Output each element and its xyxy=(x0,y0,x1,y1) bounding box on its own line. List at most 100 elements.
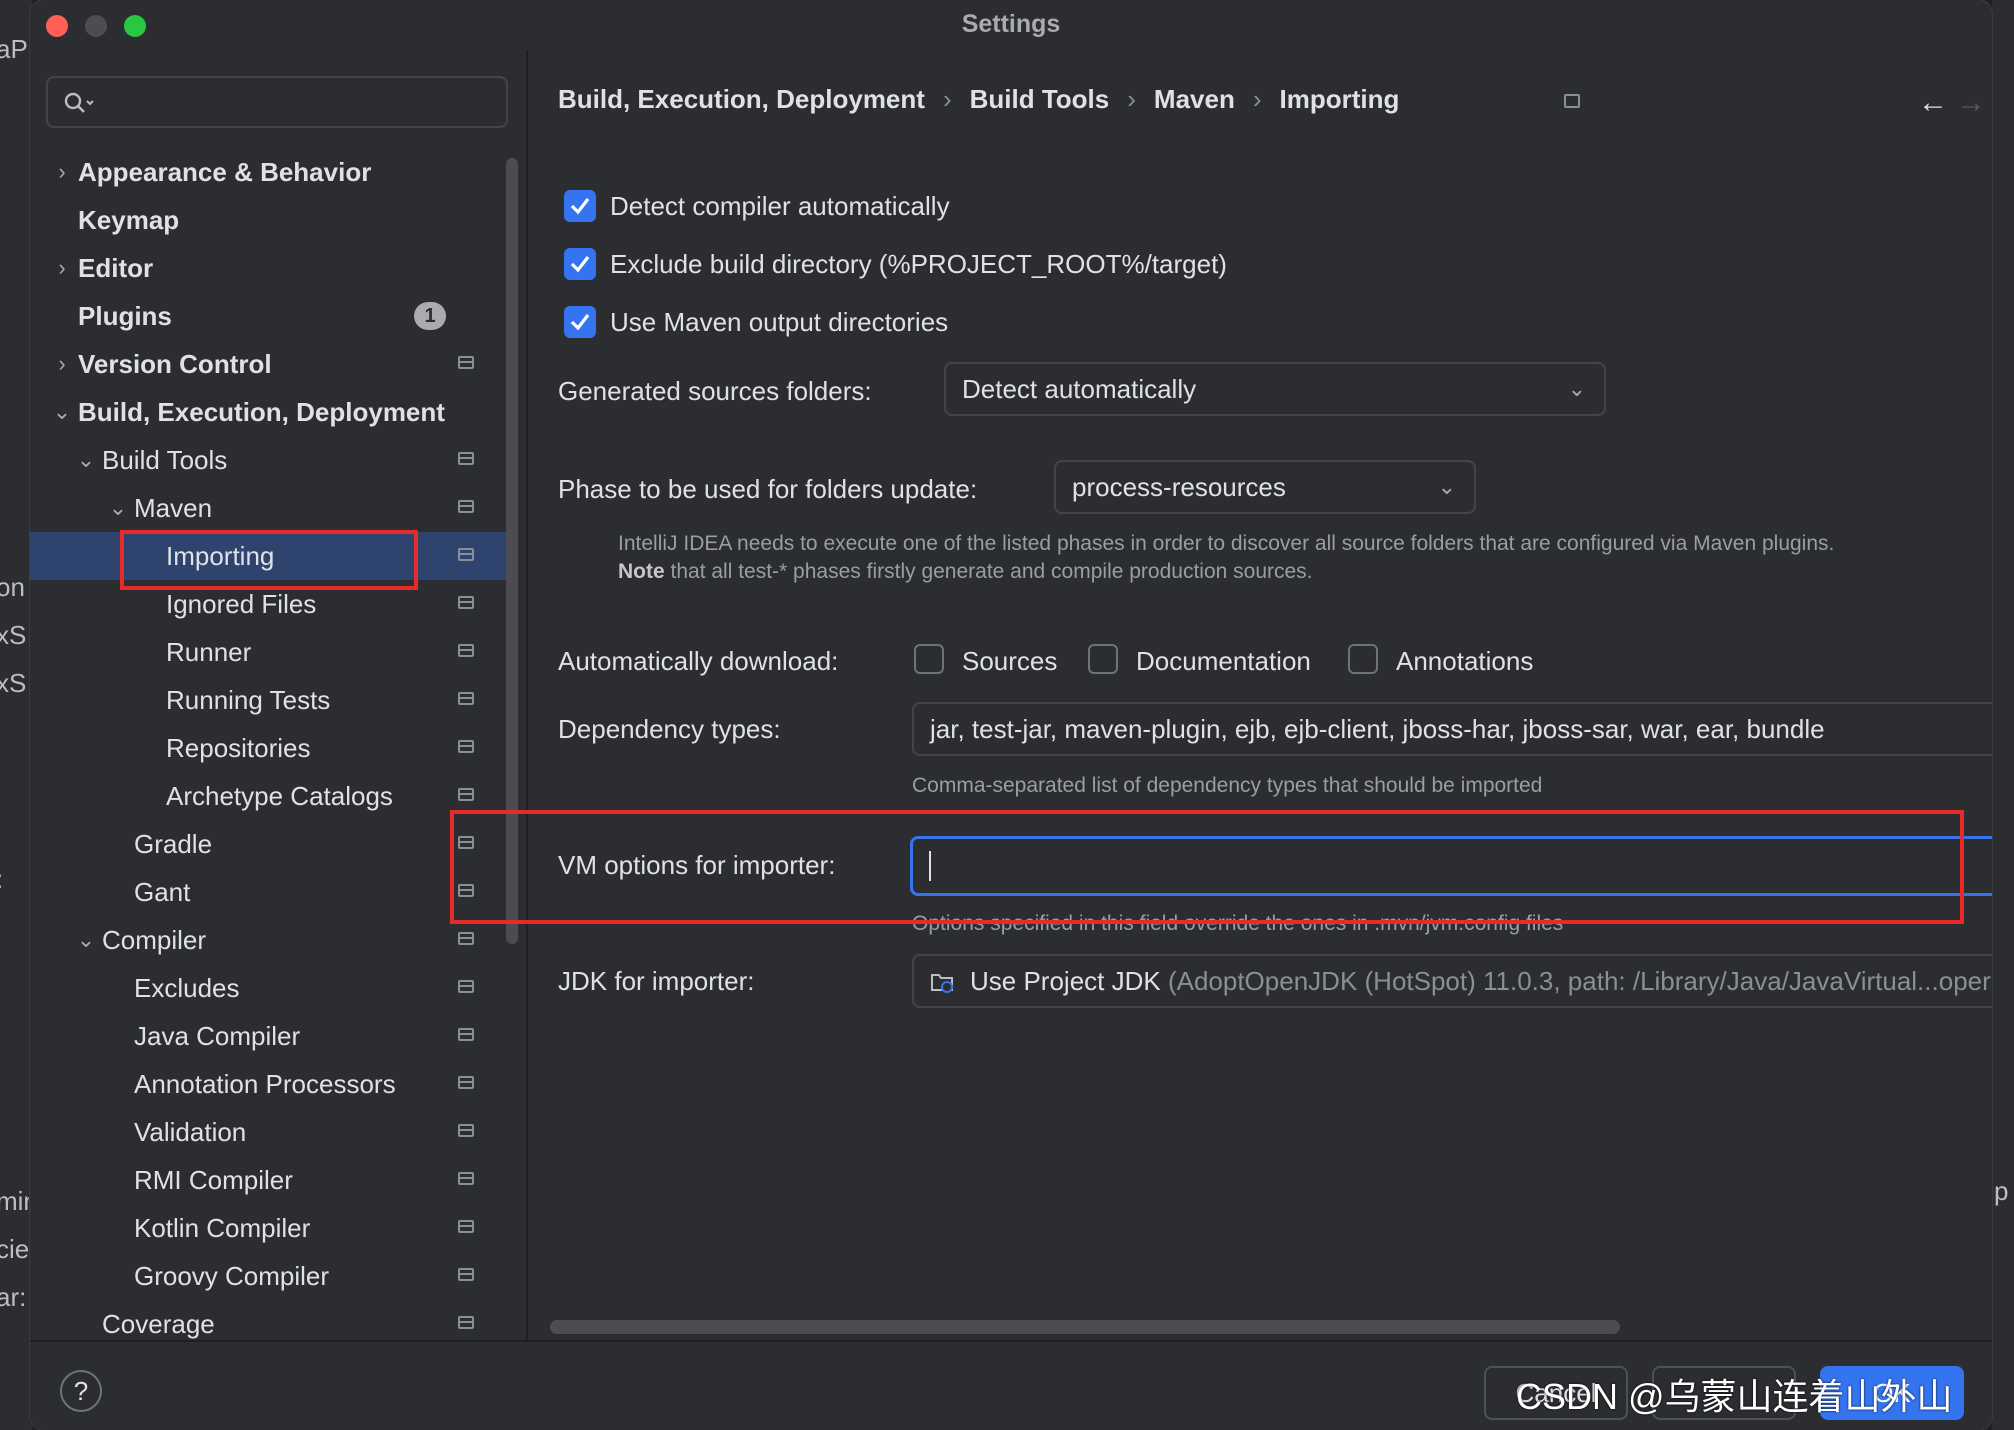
sidebar-item-runner[interactable]: Runner xyxy=(30,628,508,676)
bg-fragment: : xyxy=(0,864,3,895)
sidebar-item-kotlin-compiler[interactable]: Kotlin Compiler xyxy=(30,1204,508,1252)
phase-label: Phase to be used for folders update: xyxy=(558,474,978,504)
sidebar-item-label: Repositories xyxy=(166,733,311,763)
sidebar-item-groovy-compiler[interactable]: Groovy Compiler xyxy=(30,1252,508,1300)
documentation-checkbox[interactable] xyxy=(1088,644,1118,674)
chevron-right-icon[interactable]: › xyxy=(50,244,74,292)
generated-sources-label: Generated sources folders: xyxy=(558,376,872,406)
exclude-build-dir-checkbox[interactable]: Exclude build directory (%PROJECT_ROOT%/… xyxy=(564,244,1464,284)
dependency-types-field[interactable]: jar, test-jar, maven-plugin, ejb, ejb-cl… xyxy=(912,702,1992,756)
search-icon xyxy=(64,92,94,113)
sidebar-item-label: Java Compiler xyxy=(134,1021,301,1051)
sidebar-item-gant[interactable]: Gant xyxy=(30,868,508,916)
project-level-icon xyxy=(458,548,474,561)
sidebar-item-version-control[interactable]: › Version Control xyxy=(30,340,508,388)
sidebar-item-java-compiler[interactable]: Java Compiler xyxy=(30,1012,508,1060)
phase-hint: IntelliJ IDEA needs to execute one of th… xyxy=(618,532,1835,555)
sidebar-item-plugins[interactable]: Plugins 1 xyxy=(30,292,508,340)
phase-hint-note: Note that all test-* phases firstly gene… xyxy=(618,560,1313,584)
forward-arrow-icon[interactable]: → xyxy=(1956,86,1986,120)
sidebar-item-label: Validation xyxy=(134,1117,247,1147)
title-bar: Settings xyxy=(30,0,1992,50)
sidebar-item-annotation-processors[interactable]: Annotation Processors xyxy=(30,1060,508,1108)
sidebar-item-label: Kotlin Compiler xyxy=(134,1213,311,1243)
breadcrumb: Build, Execution, Deployment › Build Tools… xyxy=(558,84,1399,115)
sidebar-item-validation[interactable]: Validation xyxy=(30,1108,508,1156)
checkbox-checked-icon[interactable] xyxy=(564,248,596,280)
chevron-right-icon[interactable]: › xyxy=(50,148,74,196)
sidebar-item-label: Runner xyxy=(166,637,252,667)
annotations-label[interactable]: Annotations xyxy=(1396,646,1533,677)
project-level-icon xyxy=(458,932,474,945)
background-app-left: aPr on xS xS : min cie ar: xyxy=(0,0,38,1430)
sidebar-item-build-execution-deployment[interactable]: ⌄ Build, Execution, Deployment xyxy=(30,388,508,436)
project-level-icon xyxy=(458,788,474,801)
sidebar-item-archetype-catalogs[interactable]: Archetype Catalogs xyxy=(30,772,508,820)
sidebar-item-label: Excludes xyxy=(134,973,240,1003)
jdk-value: Use Project JDK xyxy=(970,966,1161,996)
checkbox-checked-icon[interactable] xyxy=(564,306,596,338)
phase-dropdown[interactable]: process-resources ⌄ xyxy=(1054,460,1476,514)
chevron-right-icon[interactable]: › xyxy=(50,340,74,388)
sidebar-item-label: Editor xyxy=(78,253,154,283)
project-level-icon xyxy=(458,644,474,657)
project-level-icon xyxy=(458,692,474,705)
breadcrumb-item[interactable]: Maven xyxy=(1154,84,1235,115)
settings-content: Build, Execution, Deployment › Build Tools… xyxy=(450,50,1992,1340)
detect-compiler-checkbox[interactable]: Detect compiler automatically xyxy=(564,186,1264,226)
sidebar-item-label: Annotation Processors xyxy=(134,1069,396,1099)
sidebar-item-gradle[interactable]: Gradle xyxy=(30,820,508,868)
auto-download-label: Automatically download: xyxy=(558,646,839,676)
project-level-icon xyxy=(458,452,474,465)
chevron-down-icon[interactable]: ⌄ xyxy=(74,916,98,964)
sidebar-item-repositories[interactable]: Repositories xyxy=(30,724,508,772)
chevron-right-icon: › xyxy=(1127,84,1136,114)
sidebar-item-build-tools[interactable]: ⌄ Build Tools xyxy=(30,436,508,484)
project-level-icon xyxy=(458,1172,474,1185)
jdk-dropdown[interactable]: Use Project JDK (AdoptOpenJDK (HotSpot) … xyxy=(912,954,1992,1008)
bg-fragment: on xyxy=(0,572,25,602)
settings-tree: › Appearance & Behavior Keymap › Editor … xyxy=(30,148,508,1348)
sidebar-item-label: Build Tools xyxy=(102,445,228,475)
back-arrow-icon[interactable]: ← xyxy=(1918,86,1948,120)
window-title: Settings xyxy=(961,10,1061,38)
use-maven-output-dirs-checkbox[interactable]: Use Maven output directories xyxy=(564,302,1264,342)
sources-checkbox[interactable] xyxy=(914,644,944,674)
sidebar-item-label: Groovy Compiler xyxy=(134,1261,330,1291)
search-input[interactable] xyxy=(108,86,492,120)
settings-search[interactable] xyxy=(46,76,508,128)
annotations-checkbox[interactable] xyxy=(1348,644,1378,674)
sidebar-item-excludes[interactable]: Excludes xyxy=(30,964,508,1012)
sidebar-item-running-tests[interactable]: Running Tests xyxy=(30,676,508,724)
chevron-down-icon[interactable]: ⌄ xyxy=(106,484,130,532)
breadcrumb-item[interactable]: Build Tools xyxy=(970,84,1110,115)
help-button[interactable]: ? xyxy=(60,1370,102,1412)
sidebar-item-compiler[interactable]: ⌄ Compiler xyxy=(30,916,508,964)
project-level-icon xyxy=(458,356,474,369)
project-level-icon xyxy=(458,596,474,609)
project-level-icon xyxy=(458,980,474,993)
breadcrumb-item[interactable]: Build, Execution, Deployment xyxy=(558,84,925,115)
checkbox-checked-icon[interactable] xyxy=(564,190,596,222)
csdn-watermark: CSDN @乌蒙山连着山外山 xyxy=(1516,1376,1953,1417)
dependency-types-hint: Comma-separated list of dependency types… xyxy=(912,774,1543,797)
documentation-label[interactable]: Documentation xyxy=(1136,646,1311,677)
horizontal-scrollbar[interactable] xyxy=(550,1320,1620,1334)
sidebar-item-keymap[interactable]: Keymap xyxy=(30,196,508,244)
sidebar-item-rmi-compiler[interactable]: RMI Compiler xyxy=(30,1156,508,1204)
sidebar-item-maven[interactable]: ⌄ Maven xyxy=(30,484,508,532)
sidebar-item-appearance-behavior[interactable]: › Appearance & Behavior xyxy=(30,148,508,196)
project-level-icon xyxy=(458,1268,474,1281)
project-level-icon xyxy=(1564,94,1580,108)
chevron-down-icon[interactable]: ⌄ xyxy=(74,436,98,484)
checkbox-label: Use Maven output directories xyxy=(610,307,949,337)
sources-label[interactable]: Sources xyxy=(962,646,1057,677)
project-level-icon xyxy=(458,1076,474,1089)
generated-sources-dropdown[interactable]: Detect automatically ⌄ xyxy=(944,362,1606,416)
sidebar-item-editor[interactable]: › Editor xyxy=(30,244,508,292)
checkbox-label: Exclude build directory (%PROJECT_ROOT%/… xyxy=(610,249,1227,279)
project-level-icon xyxy=(458,740,474,753)
dependency-types-label: Dependency types: xyxy=(558,714,781,744)
dropdown-value: Detect automatically xyxy=(962,374,1197,404)
chevron-down-icon[interactable]: ⌄ xyxy=(50,388,74,436)
